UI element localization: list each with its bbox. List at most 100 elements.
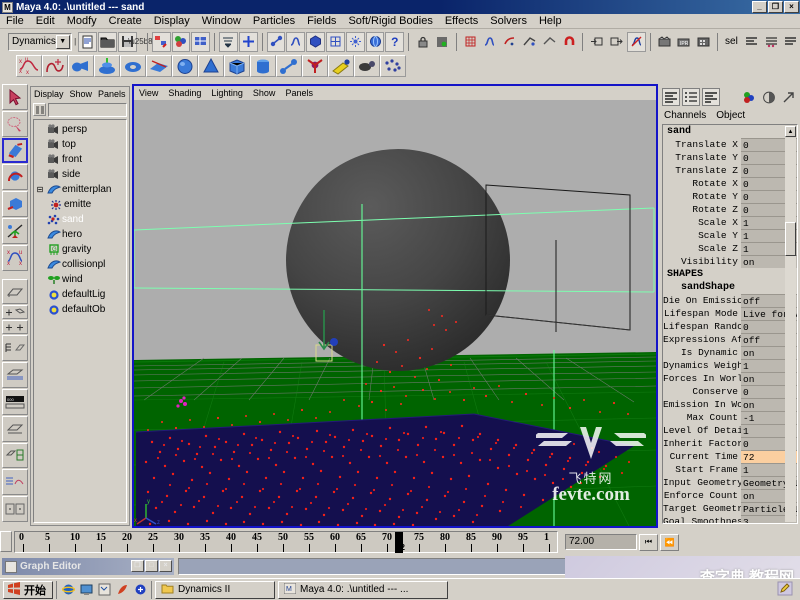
- construction-history-icon[interactable]: [626, 31, 646, 52]
- select-tool[interactable]: [2, 84, 28, 110]
- tab-channels[interactable]: Channels: [664, 110, 716, 121]
- menu-fields[interactable]: Fields: [301, 15, 342, 27]
- rotate-tool[interactable]: [2, 164, 28, 191]
- scrollbar-thumb[interactable]: [785, 222, 796, 256]
- show-manip-tool[interactable]: xuxx: [2, 244, 28, 271]
- goal-icon[interactable]: [354, 55, 380, 77]
- show-channel-box-icon[interactable]: [781, 31, 800, 52]
- show-tool-settings-icon[interactable]: [761, 31, 781, 52]
- nurbs-icon[interactable]: [365, 31, 385, 52]
- viewport-menu-view[interactable]: View: [134, 88, 163, 98]
- outliner-persp-layout[interactable]: [2, 362, 28, 388]
- poly-icon[interactable]: [306, 31, 326, 52]
- render-current-frame-icon[interactable]: [654, 31, 674, 52]
- menu-effects[interactable]: Effects: [439, 15, 484, 27]
- taskbar-item-maya[interactable]: M Maya 4.0: .\untitled --- ...: [278, 580, 448, 599]
- list-item[interactable]: emitte: [34, 197, 126, 212]
- handle-icon[interactable]: [266, 31, 286, 52]
- curve-flow-icon[interactable]: [42, 55, 68, 77]
- start-button[interactable]: 开始: [3, 580, 53, 599]
- close-button[interactable]: ×: [784, 1, 799, 13]
- select-by-object-icon[interactable]: [171, 31, 191, 52]
- list-item[interactable]: ⊟ emitterplan: [34, 182, 126, 197]
- cone-emitter-icon[interactable]: [94, 55, 120, 77]
- persp-only-layout[interactable]: [2, 442, 28, 469]
- color-swatch-icon[interactable]: [740, 88, 758, 106]
- toolbar-collapse-handle[interactable]: |: [73, 33, 78, 51]
- show-attribute-editor-icon[interactable]: [741, 31, 761, 52]
- select-by-component-icon[interactable]: [191, 31, 211, 52]
- perspective-viewport[interactable]: View Shading Lighting Show Panels y x z …: [132, 84, 658, 528]
- list-item[interactable]: collisionpl: [34, 257, 126, 272]
- outliner-search-input[interactable]: [48, 102, 127, 117]
- particle-icon[interactable]: [345, 31, 365, 52]
- magnet-icon[interactable]: [559, 31, 579, 52]
- list-item[interactable]: defaultOb: [34, 302, 126, 317]
- universal-manip-tool[interactable]: [2, 218, 28, 244]
- time-slider[interactable]: 0 5 10 15 20 25 30 35 40 45 50 55 60 65 …: [0, 530, 560, 554]
- restore-button[interactable]: ❐: [131, 560, 144, 572]
- minimize-button[interactable]: _: [752, 1, 767, 13]
- show-desktop-icon[interactable]: [79, 583, 93, 597]
- output-connections-icon[interactable]: [607, 31, 626, 52]
- move-tool[interactable]: [2, 137, 28, 164]
- constraint-icon[interactable]: [328, 55, 354, 77]
- media-player-icon[interactable]: [115, 583, 129, 597]
- internet-explorer-icon[interactable]: [61, 583, 75, 597]
- list-item[interactable]: front: [34, 152, 126, 167]
- surface-emitter-icon[interactable]: [172, 55, 198, 77]
- menu-particles[interactable]: Particles: [247, 15, 301, 27]
- current-time-field[interactable]: 72.00: [565, 534, 637, 550]
- particle-tool-icon[interactable]: xuxx: [16, 55, 42, 77]
- channel-box-body[interactable]: sand Translate X0 Translate Y0 Translate…: [662, 124, 798, 524]
- select-by-hierarchy-icon[interactable]: [151, 31, 171, 52]
- list-item[interactable]: side: [34, 167, 126, 182]
- menu-display[interactable]: Display: [148, 15, 196, 27]
- hypershade-persp-layout[interactable]: [2, 415, 28, 442]
- outliner-menu-display[interactable]: Display: [31, 89, 67, 99]
- list-item[interactable]: top: [34, 137, 126, 152]
- outlook-icon[interactable]: [97, 583, 111, 597]
- menu-soft-rigid-bodies[interactable]: Soft/Rigid Bodies: [342, 15, 438, 27]
- viewport-menu-show[interactable]: Show: [248, 88, 281, 98]
- half-circle-icon[interactable]: [760, 88, 778, 106]
- list-item-sand[interactable]: sand: [34, 212, 126, 227]
- viewport-menu-panels[interactable]: Panels: [280, 88, 318, 98]
- outliner-menu-panels[interactable]: Panels: [95, 89, 129, 99]
- menuset-dropdown[interactable]: Dynamics ▼: [8, 32, 72, 51]
- close-button[interactable]: ×: [159, 560, 172, 572]
- list-item[interactable]: defaultLig: [34, 287, 126, 302]
- ipr-render-icon[interactable]: IPR: [674, 31, 694, 52]
- expander[interactable]: ⊟: [34, 185, 46, 194]
- time-slider-track[interactable]: 0 5 10 15 20 25 30 35 40 45 50 55 60 65 …: [14, 531, 558, 553]
- outliner-list[interactable]: persp top front side ⊟ emitterplan emitt…: [33, 119, 127, 523]
- render-lock-icon[interactable]: [432, 31, 452, 52]
- two-pane-layout-b[interactable]: [2, 320, 28, 335]
- curve-icon[interactable]: [286, 31, 306, 52]
- snap-view-icon[interactable]: [520, 31, 539, 52]
- step-back-icon[interactable]: ⏪: [660, 533, 679, 551]
- menu-help[interactable]: Help: [533, 15, 568, 27]
- menu-solvers[interactable]: Solvers: [484, 15, 533, 27]
- lock-icon[interactable]: [413, 31, 432, 52]
- cylinder-icon[interactable]: [276, 55, 302, 77]
- four-pane-layout[interactable]: [2, 335, 28, 362]
- lattice-icon[interactable]: [326, 31, 345, 52]
- snap-point-icon[interactable]: [500, 31, 520, 52]
- graph-editor-titlebar[interactable]: M Graph Editor ❐ □ ×: [2, 558, 174, 575]
- misc-icon[interactable]: ?: [385, 31, 405, 52]
- scroll-up-icon[interactable]: ▲: [785, 126, 796, 137]
- chevron-down-icon[interactable]: ▼: [55, 34, 70, 49]
- two-stacked-layout[interactable]: [2, 496, 28, 522]
- maximize-button[interactable]: □: [145, 560, 158, 572]
- joint-icon[interactable]: [302, 55, 328, 77]
- open-scene-icon[interactable]: [98, 31, 118, 52]
- viewport-menu-lighting[interactable]: Lighting: [206, 88, 248, 98]
- list-item[interactable]: wind: [34, 272, 126, 287]
- scrollbar-track[interactable]: [785, 138, 796, 522]
- menu-edit[interactable]: Edit: [30, 15, 61, 27]
- menu-create[interactable]: Create: [103, 15, 148, 27]
- volume-emitter-icon[interactable]: [146, 55, 172, 77]
- channel-box-scrollbar[interactable]: ▲: [785, 126, 796, 522]
- viewport-menu-shading[interactable]: Shading: [163, 88, 206, 98]
